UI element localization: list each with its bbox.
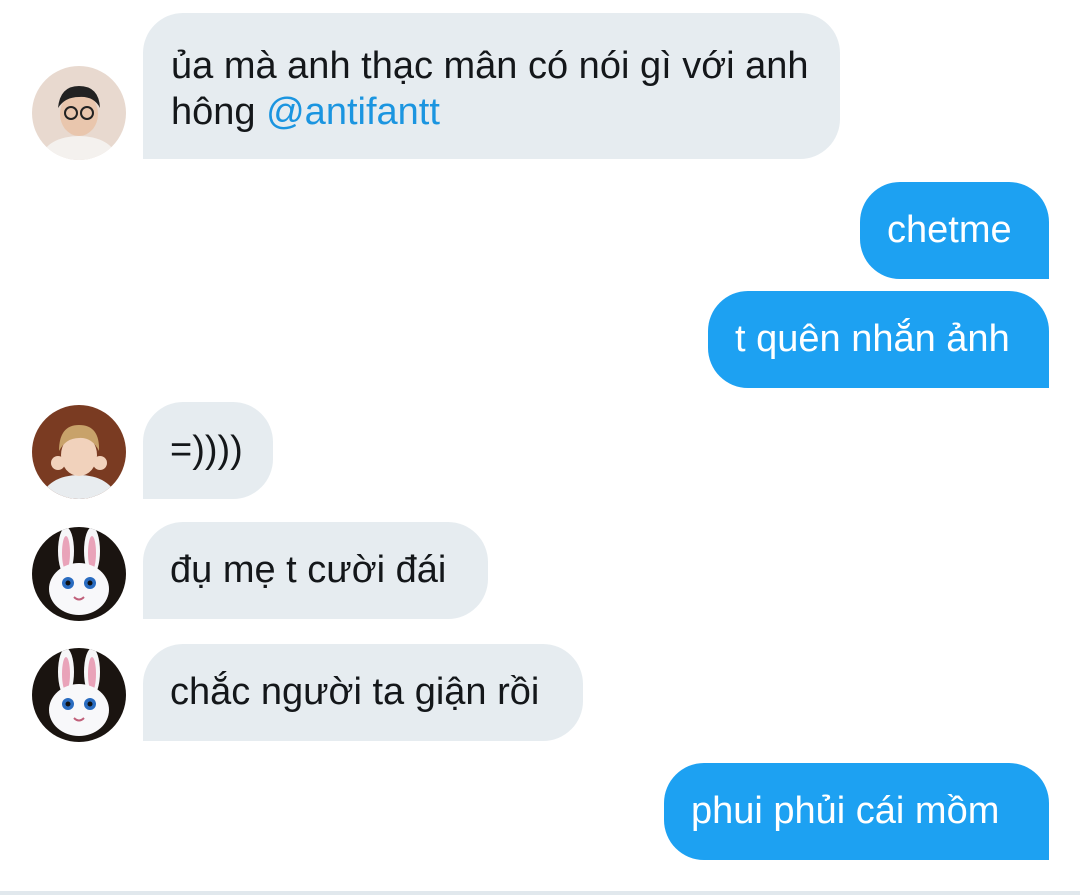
message-bubble[interactable]: t quên nhắn ảnh: [708, 291, 1049, 388]
message-bubble[interactable]: đụ mẹ t cười đái: [143, 522, 488, 619]
message-text: chetme: [887, 209, 1012, 251]
message-text: phui phủi cái mồm: [691, 790, 1000, 832]
avatar[interactable]: [32, 405, 126, 499]
avatar[interactable]: [32, 66, 126, 160]
message-bubble[interactable]: ủa mà anh thạc mân có nói gì với anh hôn…: [143, 13, 840, 159]
message-text: đụ mẹ t cười đái: [170, 549, 447, 591]
divider: [0, 891, 1080, 895]
avatar[interactable]: [32, 527, 126, 621]
message-bubble[interactable]: =)))): [143, 402, 273, 499]
message-text: t quên nhắn ảnh: [735, 318, 1010, 360]
mention-link[interactable]: @antifantt: [266, 91, 440, 133]
message-text: chắc người ta giận rồi: [170, 671, 540, 713]
message-bubble[interactable]: chetme: [860, 182, 1049, 279]
avatar-bunny-image: [32, 527, 126, 621]
message-text: =)))): [170, 429, 243, 471]
avatar-bunny-image: [32, 648, 126, 742]
avatar-boy-image: [32, 405, 126, 499]
avatar[interactable]: [32, 648, 126, 742]
message-bubble[interactable]: chắc người ta giận rồi: [143, 644, 583, 741]
avatar-boy-glasses-image: [32, 66, 126, 160]
message-bubble[interactable]: phui phủi cái mồm: [664, 763, 1049, 860]
